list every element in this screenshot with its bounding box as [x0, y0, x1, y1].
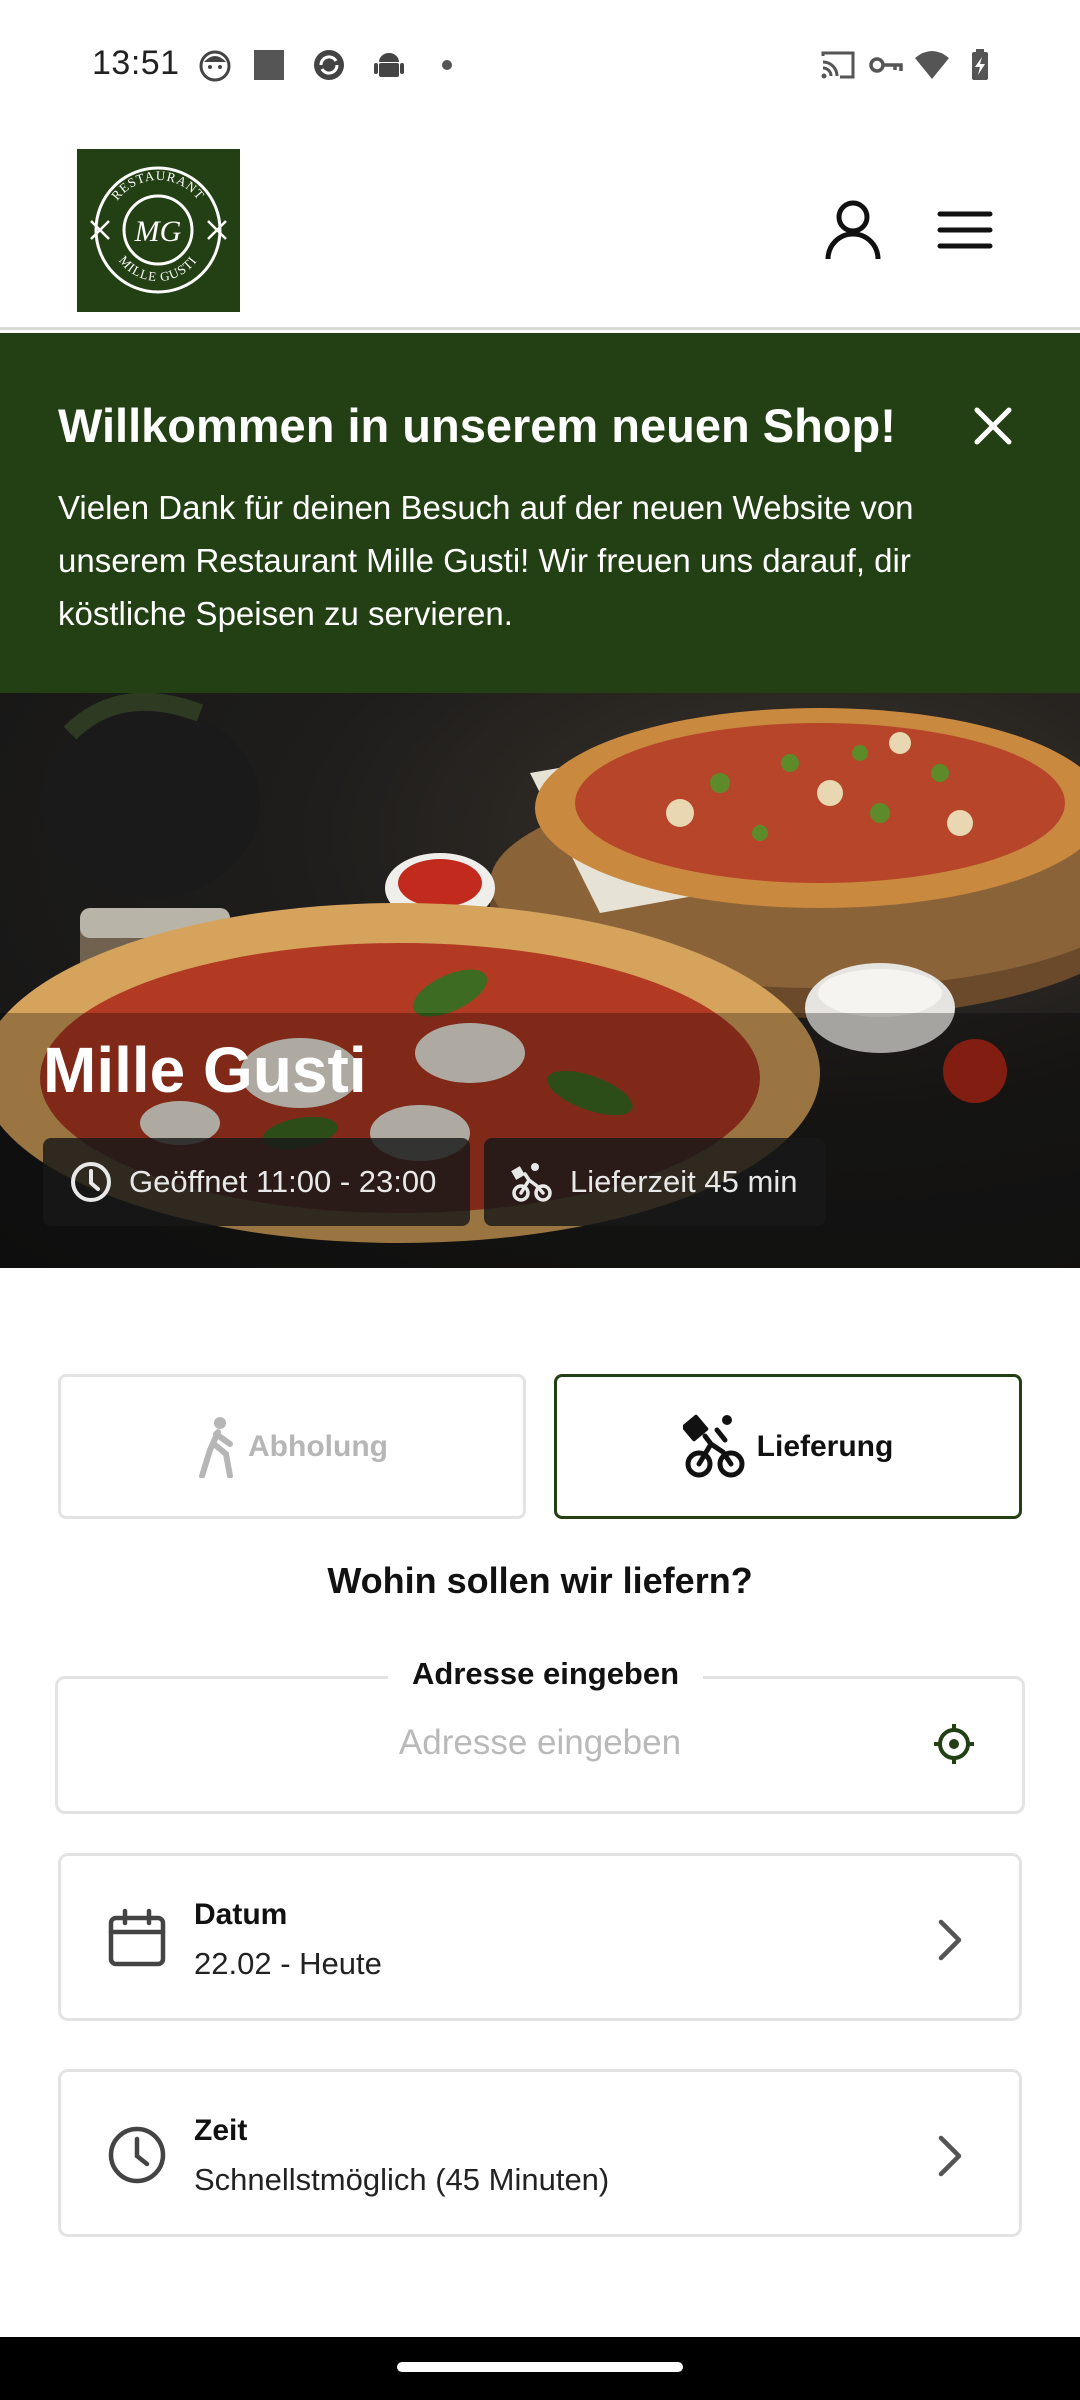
delivery-time-chip: Lieferzeit 45 min: [484, 1138, 826, 1226]
welcome-banner: Willkommen in unserem neuen Shop! Vielen…: [0, 333, 1080, 693]
pickup-toggle-button[interactable]: Abholung: [58, 1374, 526, 1519]
date-value: 22.02 - Heute: [194, 1946, 382, 1981]
walking-person-icon: [199, 1416, 234, 1478]
svg-text:MG: MG: [134, 215, 182, 248]
logo-emblem: RESTAURANT MILLE GUSTI MG: [90, 166, 227, 294]
cast-icon: [821, 51, 855, 79]
date-label: Datum: [194, 1898, 288, 1931]
wifi-icon: [915, 51, 949, 79]
chevron-right-icon: [938, 2135, 962, 2177]
svg-text:MILLE GUSTI: MILLE GUSTI: [116, 253, 200, 285]
calendar-icon: [108, 1908, 166, 1967]
date-selector[interactable]: Datum 22.02 - Heute: [58, 1853, 1022, 2021]
time-selector[interactable]: Zeit Schnellstmöglich (45 Minuten): [58, 2069, 1022, 2237]
delivery-time-text: Lieferzeit 45 min: [570, 1164, 798, 1199]
crosshair-location-icon: [934, 1724, 974, 1764]
gallery-notification-icon: [254, 50, 284, 80]
delivery-toggle-button[interactable]: Lieferung: [554, 1374, 1022, 1519]
delivery-label: Lieferung: [756, 1429, 894, 1463]
banner-title: Willkommen in unserem neuen Shop!: [58, 399, 896, 452]
address-field-label: Adresse eingeben: [388, 1656, 704, 1692]
time-value: Schnellstmöglich (45 Minuten): [194, 2162, 610, 2197]
clock-icon: [108, 2126, 166, 2184]
android-notification-icon: [374, 53, 404, 77]
hamburger-menu-icon: [937, 211, 993, 249]
battery-charging-icon: [972, 49, 988, 80]
user-icon: [825, 200, 881, 260]
restaurant-logo[interactable]: RESTAURANT MILLE GUSTI MG: [77, 149, 240, 312]
time-label: Zeit: [194, 2114, 248, 2147]
locate-me-button[interactable]: [928, 1718, 980, 1770]
banner-text: Vielen Dank für deinen Besuch auf der ne…: [58, 489, 914, 632]
bike-delivery-icon: [511, 1163, 552, 1202]
close-icon: [974, 407, 1012, 445]
site-header: RESTAURANT MILLE GUSTI MG: [0, 135, 1080, 330]
dot-icon: [442, 60, 452, 70]
status-bar: 13:51: [0, 0, 1080, 135]
menu-button[interactable]: [930, 195, 1000, 265]
hero-section: Mille Gusti Geöffnet 11:00 - 23:00 Liefe…: [0, 693, 1080, 1268]
clock-icon: [71, 1162, 111, 1202]
bike-delivery-icon: [682, 1414, 745, 1477]
home-gesture-handle[interactable]: [397, 2362, 683, 2372]
restaurant-name: Mille Gusti: [43, 1034, 367, 1106]
opening-hours-chip: Geöffnet 11:00 - 23:00: [43, 1138, 470, 1226]
address-input[interactable]: [160, 1710, 920, 1776]
system-navigation-bar: [0, 2337, 1080, 2400]
svg-text:RESTAURANT: RESTAURANT: [108, 168, 208, 203]
account-button[interactable]: [818, 195, 888, 265]
vpn-key-icon: [869, 57, 903, 73]
opening-hours-text: Geöffnet 11:00 - 23:00: [129, 1164, 437, 1199]
status-time: 13:51: [92, 44, 180, 82]
banner-close-button[interactable]: [960, 393, 1026, 459]
delivery-question: Wohin sollen wir liefern?: [327, 1560, 753, 1601]
sync-notification-icon: [314, 50, 344, 80]
pickup-label: Abholung: [248, 1429, 388, 1463]
chevron-right-icon: [938, 1919, 962, 1961]
face-notification-icon: [199, 50, 231, 82]
